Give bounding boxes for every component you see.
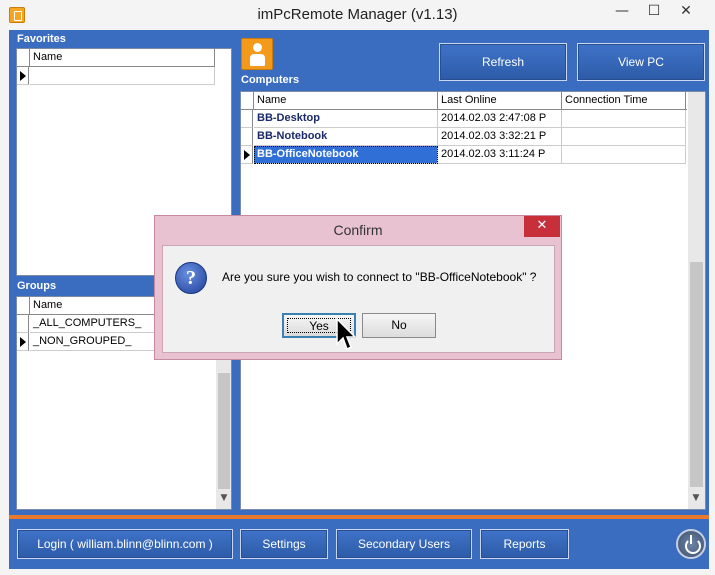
no-button[interactable]: No — [362, 313, 436, 338]
computers-col-last-online[interactable]: Last Online — [438, 92, 562, 110]
favorites-title: Favorites — [17, 33, 66, 45]
table-row[interactable]: BB-OfficeNotebook 2014.02.03 3:11:24 P — [241, 146, 687, 164]
reports-button[interactable]: Reports — [480, 529, 569, 559]
favorites-col-name[interactable]: Name — [30, 49, 215, 67]
view-pc-button[interactable]: View PC — [577, 43, 705, 81]
computer-cell-connection-time[interactable] — [562, 128, 686, 146]
scrollbar-thumb[interactable] — [218, 373, 230, 489]
login-label: Login ( william.blinn@blinn.com ) — [37, 537, 213, 551]
refresh-button[interactable]: Refresh — [439, 43, 567, 81]
secondary-users-button[interactable]: Secondary Users — [336, 529, 472, 559]
settings-label: Settings — [262, 537, 306, 551]
table-row[interactable]: BB-Desktop 2014.02.03 2:47:08 P — [241, 110, 687, 128]
row-indicator — [17, 315, 29, 333]
row-indicator — [17, 67, 29, 85]
computer-cell-connection-time[interactable] — [562, 110, 686, 128]
scroll-down-icon[interactable]: ▼ — [216, 493, 231, 503]
header-corner — [241, 92, 254, 110]
favorites-cell-name[interactable] — [30, 67, 215, 85]
refresh-label: Refresh — [481, 55, 525, 69]
computers-col-name[interactable]: Name — [254, 92, 438, 110]
dialog-close-button[interactable]: ✕ — [524, 216, 560, 237]
close-button[interactable]: ✕ — [668, 0, 704, 24]
computer-cell-connection-time[interactable] — [562, 146, 686, 164]
title-bar: imPcRemote Manager (v1.13) — ☐ ✕ — [0, 0, 715, 30]
computer-cell-name[interactable]: BB-Notebook — [254, 128, 438, 146]
computer-cell-last-online[interactable]: 2014.02.03 3:32:21 P — [438, 128, 562, 146]
secondary-users-label: Secondary Users — [357, 537, 451, 551]
scrollbar-thumb[interactable] — [690, 262, 703, 487]
power-icon[interactable] — [676, 529, 706, 559]
computer-cell-name[interactable]: BB-OfficeNotebook — [254, 146, 438, 164]
view-pc-label: View PC — [618, 55, 664, 69]
header-corner — [17, 49, 30, 67]
scroll-down-icon[interactable]: ▼ — [688, 493, 704, 503]
login-button[interactable]: Login ( william.blinn@blinn.com ) — [17, 529, 233, 559]
yes-label: Yes — [309, 319, 329, 333]
row-indicator — [241, 110, 253, 128]
computers-title: Computers — [241, 74, 300, 86]
settings-button[interactable]: Settings — [240, 529, 328, 559]
computers-col-connection-time[interactable]: Connection Time — [562, 92, 686, 110]
row-indicator — [17, 333, 29, 351]
table-row[interactable] — [17, 67, 215, 85]
row-indicator — [241, 146, 253, 164]
computers-header: Name Last Online Connection Time — [241, 92, 687, 110]
groups-title: Groups — [17, 280, 57, 292]
computer-cell-name[interactable]: BB-Desktop — [254, 110, 438, 128]
header-corner — [17, 297, 30, 315]
confirm-dialog: Confirm ✕ ? Are you sure you wish to con… — [154, 215, 562, 360]
question-icon: ? — [175, 262, 207, 294]
mouse-cursor-icon — [336, 318, 357, 351]
dialog-message: Are you sure you wish to connect to "BB-… — [222, 270, 537, 284]
computer-cell-last-online[interactable]: 2014.02.03 2:47:08 P — [438, 110, 562, 128]
user-tile-icon[interactable] — [241, 38, 273, 70]
reports-label: Reports — [503, 537, 546, 551]
dialog-title: Confirm — [333, 222, 383, 238]
favorites-header: Name — [17, 49, 215, 67]
computer-cell-last-online[interactable]: 2014.02.03 3:11:24 P — [438, 146, 562, 164]
dialog-body: ? Are you sure you wish to connect to "B… — [162, 245, 555, 353]
computers-scrollbar[interactable]: ▼ — [688, 92, 705, 509]
row-indicator — [241, 128, 253, 146]
maximize-button[interactable]: ☐ — [636, 0, 672, 24]
minimize-button[interactable]: — — [604, 0, 640, 24]
table-row[interactable]: BB-Notebook 2014.02.03 3:32:21 P — [241, 128, 687, 146]
no-label: No — [391, 318, 407, 332]
